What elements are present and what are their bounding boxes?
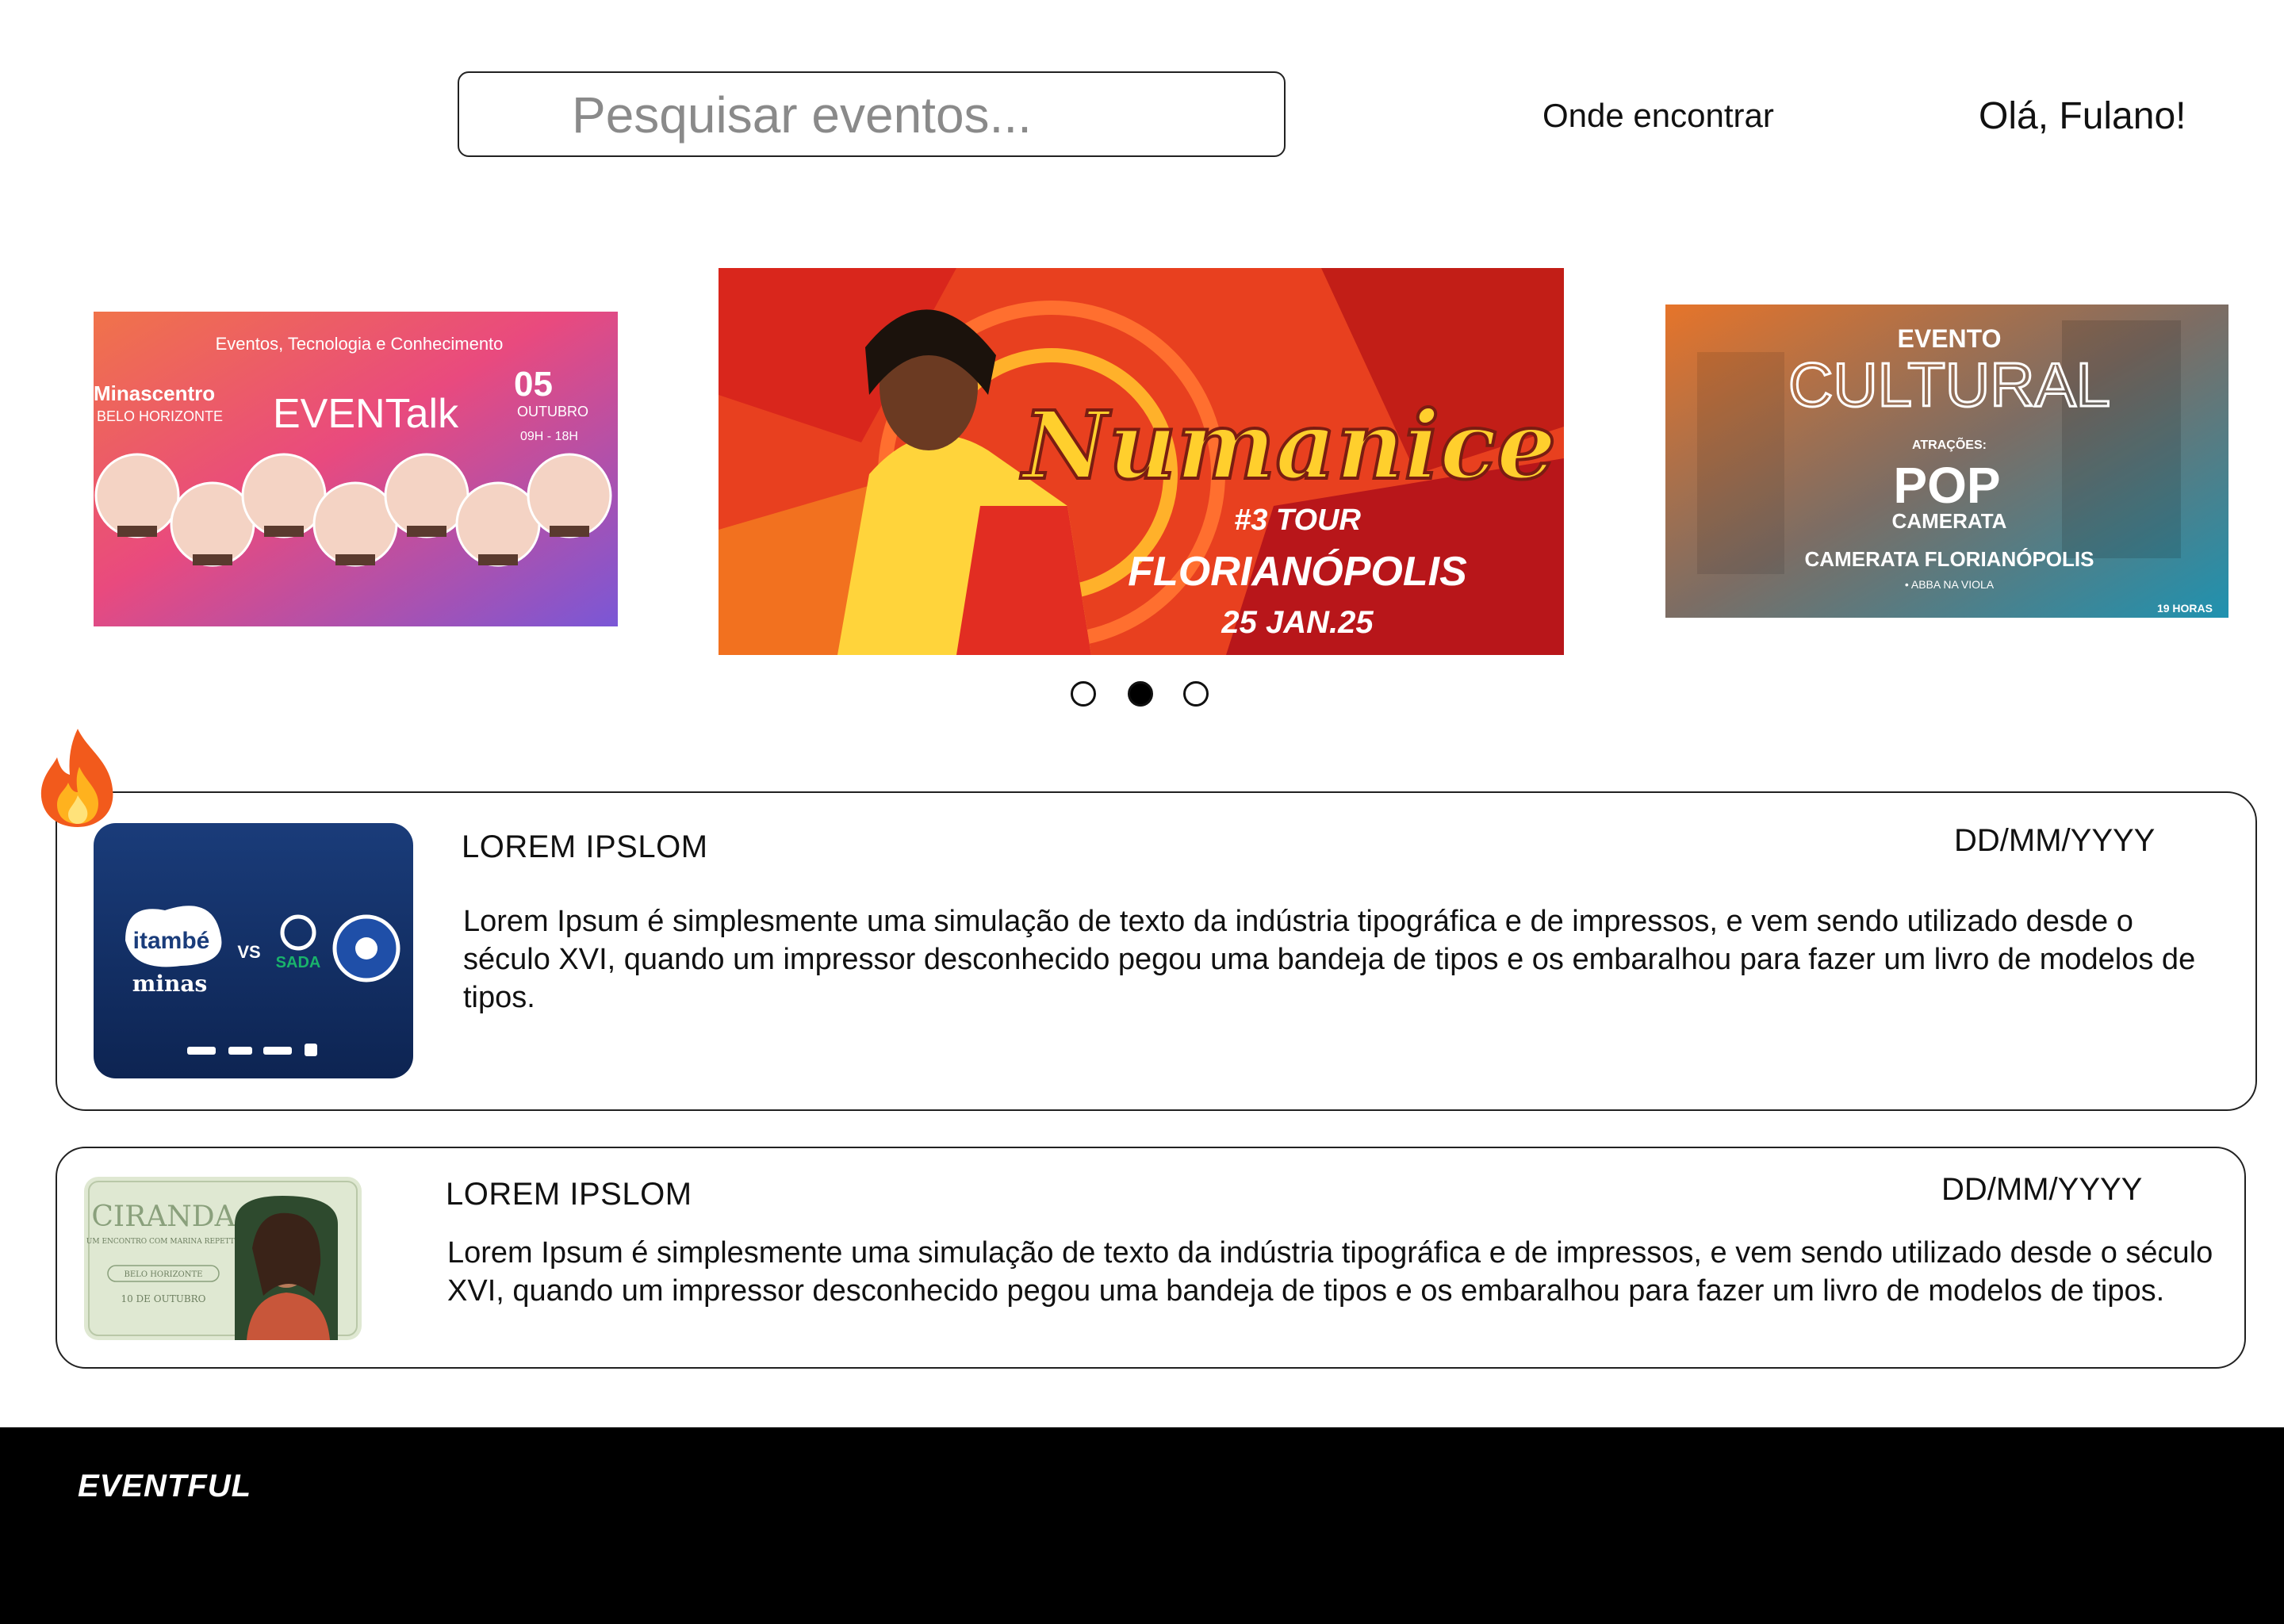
- evento-cultural-banner-image: EVENTO CULTURAL ATRAÇÕES: POP CAMERATA C…: [1665, 304, 2228, 618]
- carousel-slide-previous[interactable]: Eventos, Tecnologia e Conhecimento Minas…: [94, 312, 618, 626]
- svg-text:itambé: itambé: [133, 928, 210, 954]
- svg-text:09H - 18H: 09H - 18H: [520, 430, 578, 443]
- svg-text:• ABBA NA VIOLA: • ABBA NA VIOLA: [1905, 578, 1995, 591]
- event-thumbnail: itambé minas VS SADA: [94, 823, 413, 1078]
- event-date: DD/MM/YYYY: [1941, 1172, 2143, 1207]
- event-date: DD/MM/YYYY: [1954, 823, 2156, 858]
- carousel-slide-next[interactable]: EVENTO CULTURAL ATRAÇÕES: POP CAMERATA C…: [1665, 304, 2228, 618]
- event-description: Lorem Ipsum é simplesmente uma simulação…: [463, 905, 2196, 1014]
- svg-text:CULTURAL: CULTURAL: [1788, 350, 2110, 419]
- svg-text:EVENTalk: EVENTalk: [273, 391, 459, 437]
- svg-text:OUTUBRO: OUTUBRO: [517, 404, 588, 419]
- svg-text:FLORIANÓPOLIS: FLORIANÓPOLIS: [1128, 549, 1467, 595]
- carousel-slide-active[interactable]: Numanice #3 TOUR FLORIANÓPOLIS 25 JAN.25: [719, 268, 1564, 655]
- event-card[interactable]: CIRANDA UM ENCONTRO COM MARINA REPETTO B…: [56, 1147, 2246, 1369]
- svg-text:#3 TOUR: #3 TOUR: [1234, 504, 1361, 537]
- svg-text:10 DE OUTUBRO: 10 DE OUTUBRO: [121, 1293, 205, 1304]
- svg-text:25 JAN.25: 25 JAN.25: [1221, 605, 1374, 640]
- event-thumbnail: CIRANDA UM ENCONTRO COM MARINA REPETTO B…: [84, 1177, 362, 1340]
- svg-text:VS: VS: [237, 942, 260, 962]
- svg-text:Numanice: Numanice: [1020, 390, 1557, 500]
- svg-text:EVENTO: EVENTO: [1898, 324, 2002, 353]
- event-description: Lorem Ipsum é simplesmente uma simulação…: [447, 1236, 2213, 1308]
- svg-text:ATRAÇÕES:: ATRAÇÕES:: [1912, 436, 1987, 452]
- svg-text:CAMERATA FLORIANÓPOLIS: CAMERATA FLORIANÓPOLIS: [1805, 547, 2094, 571]
- svg-text:19 HORAS: 19 HORAS: [2157, 602, 2213, 615]
- svg-text:POP: POP: [1893, 457, 2000, 514]
- fire-icon: [40, 729, 113, 827]
- search-box[interactable]: [458, 71, 1286, 157]
- user-greeting[interactable]: Olá, Fulano!: [1979, 94, 2186, 138]
- carousel-dot-1[interactable]: [1071, 681, 1096, 707]
- svg-text:UM ENCONTRO COM MARINA REPETTO: UM ENCONTRO COM MARINA REPETTO: [86, 1238, 240, 1246]
- search-input[interactable]: [570, 84, 1255, 146]
- svg-text:Minascentro: Minascentro: [94, 381, 215, 405]
- svg-text:BELO HORIZONTE: BELO HORIZONTE: [125, 1270, 203, 1279]
- event-title: LOREM IPSLOM: [446, 1177, 692, 1212]
- event-card-featured[interactable]: itambé minas VS SADA LOREM IPSLOM DD/MM/…: [56, 791, 2257, 1111]
- svg-text:minas: minas: [132, 971, 208, 997]
- eventalk-banner-image: Eventos, Tecnologia e Conhecimento Minas…: [94, 312, 618, 626]
- footer-brand-logo[interactable]: EVENTFUL: [78, 1469, 251, 1504]
- carousel-dot-3[interactable]: [1183, 681, 1209, 707]
- numanice-banner-image: Numanice #3 TOUR FLORIANÓPOLIS 25 JAN.25: [719, 268, 1564, 655]
- ciranda-event-image: CIRANDA UM ENCONTRO COM MARINA REPETTO B…: [84, 1177, 362, 1340]
- svg-text:CAMERATA: CAMERATA: [1892, 509, 2007, 533]
- svg-text:CIRANDA: CIRANDA: [91, 1201, 236, 1233]
- svg-text:BELO HORIZONTE: BELO HORIZONTE: [97, 408, 223, 424]
- footer: EVENTFUL: [0, 1427, 2284, 1624]
- volleyball-match-image: itambé minas VS SADA: [94, 823, 413, 1078]
- svg-text:05: 05: [514, 365, 553, 404]
- carousel-dot-2-active[interactable]: [1128, 681, 1153, 707]
- svg-text:Eventos, Tecnologia e Conhecim: Eventos, Tecnologia e Conhecimento: [216, 334, 504, 354]
- carousel-pagination: [1071, 681, 1213, 713]
- where-to-find-link[interactable]: Onde encontrar: [1542, 97, 1774, 135]
- event-title: LOREM IPSLOM: [462, 829, 708, 864]
- svg-text:SADA: SADA: [276, 954, 321, 971]
